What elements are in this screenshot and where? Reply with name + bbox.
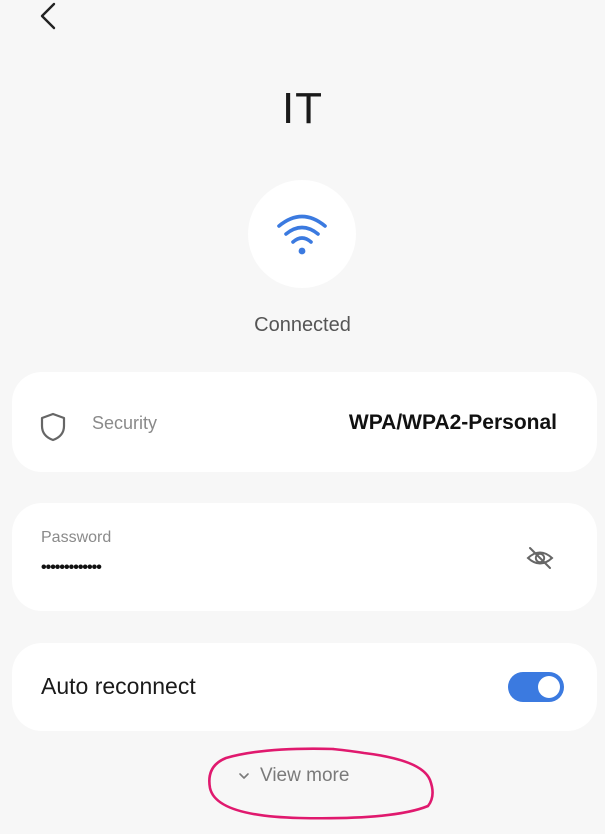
password-label: Password: [41, 529, 112, 546]
security-value: WPA/WPA2-Personal: [348, 411, 557, 434]
password-card[interactable]: Password •••••••••••••: [12, 503, 597, 611]
wifi-network-details-screen: IT Connected Security WPA/WPA2-Personal …: [0, 0, 605, 834]
wifi-icon: [277, 214, 327, 255]
password-visibility-toggle[interactable]: [523, 541, 557, 575]
security-card: Security WPA/WPA2-Personal: [12, 372, 597, 472]
security-label: Security: [92, 413, 158, 433]
chevron-left-icon: [40, 2, 56, 30]
password-field[interactable]: •••••••••••••: [41, 559, 102, 577]
auto-reconnect-card: Auto reconnect: [12, 643, 597, 731]
shield-icon: [40, 412, 66, 442]
auto-reconnect-label: Auto reconnect: [41, 673, 196, 699]
toggle-knob: [538, 676, 560, 698]
auto-reconnect-toggle[interactable]: [508, 672, 564, 702]
view-more-label: View more: [260, 765, 350, 786]
network-name: IT: [281, 84, 324, 133]
back-button[interactable]: [36, 0, 72, 36]
view-more-button[interactable]: View more: [238, 762, 349, 790]
wifi-status-badge: [248, 180, 356, 288]
chevron-down-icon: [239, 773, 249, 779]
eye-off-icon: [526, 547, 554, 569]
connection-status: Connected: [254, 314, 351, 336]
